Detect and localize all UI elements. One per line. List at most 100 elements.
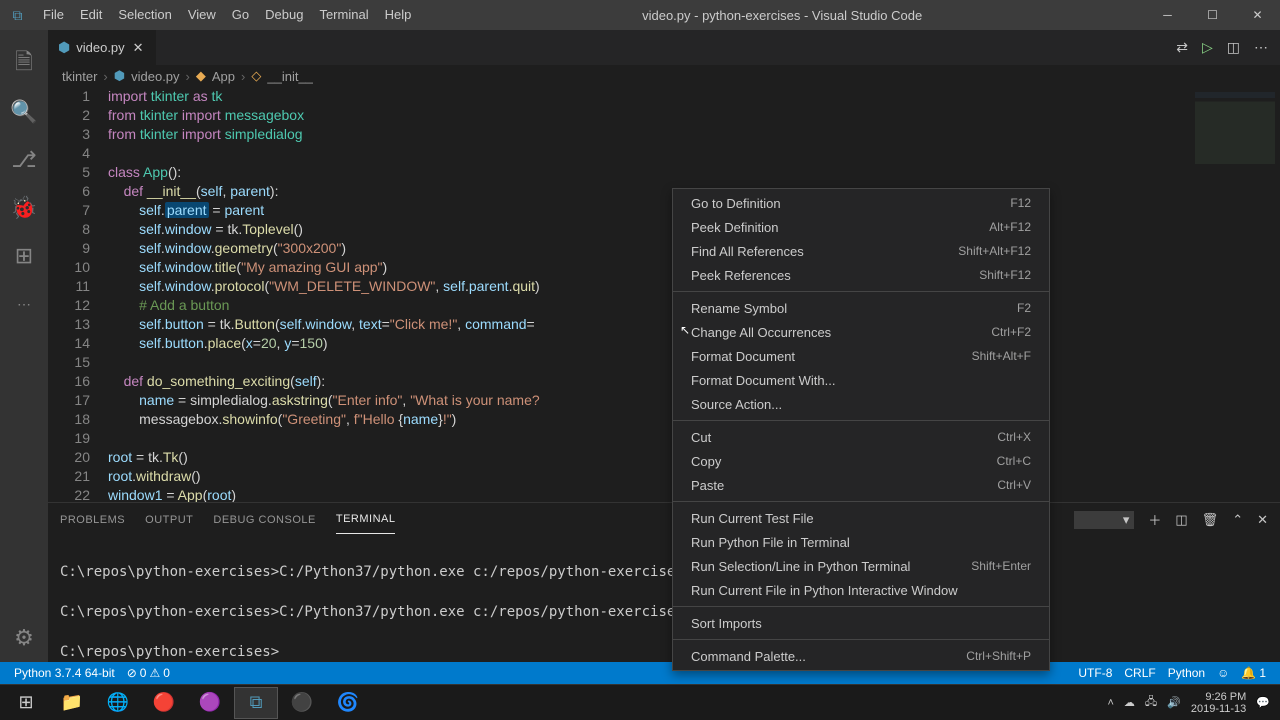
source-control-icon[interactable]: ⎇ [0,136,48,184]
status-bar: Python 3.7.4 64-bit ⊘0 ⚠0 UTF-8 CRLF Pyt… [0,662,1280,684]
context-menu-item[interactable]: Peek ReferencesShift+F12 [673,263,1049,287]
panel-tabs: PROBLEMSOUTPUTDEBUG CONSOLETERMINAL ▾ ＋ … [48,503,1280,536]
vscode-logo-icon: ⧉ [0,7,35,24]
context-menu-separator [673,501,1049,502]
chrome-icon[interactable]: 🌐 [96,687,140,719]
context-menu-item[interactable]: CopyCtrl+C [673,449,1049,473]
menu-edit[interactable]: Edit [72,0,110,30]
panel-tab-output[interactable]: OUTPUT [145,506,193,534]
line-numbers: 1234567891011121314151617181920212223 [48,87,108,502]
context-menu-item[interactable]: Go to DefinitionF12 [673,191,1049,215]
menu-debug[interactable]: Debug [257,0,311,30]
more-actions-icon[interactable]: ⋯ [1254,39,1268,56]
extensions-icon[interactable]: ⊞ [0,232,48,280]
terminal-output[interactable]: C:\repos\python-exercises>C:/Python37/py… [48,536,1280,662]
window-title: video.py - python-exercises - Visual Stu… [419,8,1145,23]
settings-icon[interactable]: ⚙ [0,614,48,662]
context-menu-item[interactable]: Peek DefinitionAlt+F12 [673,215,1049,239]
taskbar-clock[interactable]: 9:26 PM 2019-11-13 [1191,691,1246,715]
menu-file[interactable]: File [35,0,72,30]
run-icon[interactable]: ▷ [1202,39,1213,56]
context-menu-item[interactable]: Sort Imports [673,611,1049,635]
context-menu-item[interactable]: Run Current Test File [673,506,1049,530]
menu-view[interactable]: View [180,0,224,30]
kill-terminal-icon[interactable]: 🗑 [1202,512,1219,528]
context-menu-item[interactable]: Rename SymbolF2 [673,296,1049,320]
editor-tab-bar: ⬢ video.py ✕ ⇄ ▷ ◫ ⋯ [48,30,1280,65]
notifications-status[interactable]: 🔔1 [1235,666,1272,680]
start-button[interactable]: ⊞ [4,687,48,719]
search-icon[interactable]: 🔍 [0,88,48,136]
context-menu-item[interactable]: Run Current File in Python Interactive W… [673,578,1049,602]
debug-icon[interactable]: 🐞 [0,184,48,232]
obs-icon[interactable]: ⚫ [280,687,324,719]
code-editor[interactable]: 1234567891011121314151617181920212223 im… [48,87,1280,502]
context-menu-item[interactable]: PasteCtrl+V [673,473,1049,497]
menu-help[interactable]: Help [377,0,420,30]
close-button[interactable]: ✕ [1235,0,1280,30]
context-menu-separator [673,291,1049,292]
close-tab-icon[interactable]: ✕ [131,40,146,56]
file-explorer-icon[interactable]: 📁 [50,687,94,719]
method-icon: ◇ [251,68,261,84]
menu-go[interactable]: Go [224,0,257,30]
menu-bar: FileEditSelectionViewGoDebugTerminalHelp [35,0,419,30]
menu-selection[interactable]: Selection [110,0,179,30]
context-menu-item[interactable]: Change All OccurrencesCtrl+F2 [673,320,1049,344]
app-icon[interactable]: 🌀 [326,687,370,719]
app-icon[interactable]: 🔴 [142,687,186,719]
encoding-status[interactable]: UTF-8 [1072,666,1118,680]
python-file-icon: ⬢ [58,39,70,56]
vscode-taskbar-icon[interactable]: ⧉ [234,687,278,719]
breadcrumb-item[interactable]: video.py [131,69,179,84]
system-tray[interactable]: ˄ ☁ 🖧 🔊 9:26 PM 2019-11-13 💬 [1107,691,1276,715]
explorer-icon[interactable]: 🗎 [0,40,48,88]
split-editor-icon[interactable]: ◫ [1227,39,1240,56]
context-menu-separator [673,639,1049,640]
warning-icon: ⚠ [149,666,160,680]
context-menu-separator [673,606,1049,607]
activity-bar: 🗎 🔍 ⎇ 🐞 ⊞ ⋯ ⚙ [0,30,48,662]
app-icon[interactable]: 🟣 [188,687,232,719]
context-menu-item[interactable]: Run Selection/Line in Python TerminalShi… [673,554,1049,578]
onedrive-icon[interactable]: ☁ [1124,696,1135,709]
more-icon[interactable]: ⋯ [0,280,48,328]
new-terminal-icon[interactable]: ＋ [1148,510,1161,529]
maximize-button[interactable]: ☐ [1190,0,1235,30]
language-status[interactable]: Python [1162,666,1211,680]
split-terminal-icon[interactable]: ◫ [1175,512,1187,528]
minimap[interactable] [1190,87,1280,502]
problems-status[interactable]: ⊘0 ⚠0 [121,666,176,680]
python-interpreter[interactable]: Python 3.7.4 64-bit [8,666,121,680]
context-menu-item[interactable]: Find All ReferencesShift+Alt+F12 [673,239,1049,263]
editor-tab[interactable]: ⬢ video.py ✕ [48,30,157,65]
context-menu-item[interactable]: Source Action... [673,392,1049,416]
context-menu-item[interactable]: Command Palette...Ctrl+Shift+P [673,644,1049,668]
context-menu-separator [673,420,1049,421]
volume-icon[interactable]: 🔊 [1167,696,1181,709]
panel-tab-problems[interactable]: PROBLEMS [60,506,125,534]
panel-tab-debug-console[interactable]: DEBUG CONSOLE [213,506,315,534]
network-icon[interactable]: 🖧 [1145,693,1157,712]
editor-context-menu: Go to DefinitionF12Peek DefinitionAlt+F1… [672,188,1050,671]
tray-chevron-icon[interactable]: ˄ [1107,697,1113,709]
menu-terminal[interactable]: Terminal [311,0,376,30]
breadcrumbs[interactable]: tkinter › ⬢ video.py › ◆ App › ◇ __init_… [48,65,1280,87]
breadcrumb-item[interactable]: tkinter [62,69,97,84]
close-panel-icon[interactable]: ✕ [1257,512,1268,528]
eol-status[interactable]: CRLF [1118,666,1161,680]
notifications-icon[interactable]: 💬 [1256,696,1270,709]
panel-tab-terminal[interactable]: TERMINAL [336,505,396,534]
feedback-icon[interactable]: ☺ [1211,666,1235,680]
breadcrumb-item[interactable]: App [212,69,235,84]
context-menu-item[interactable]: CutCtrl+X [673,425,1049,449]
breadcrumb-item[interactable]: __init__ [267,69,313,84]
terminal-select[interactable]: ▾ [1074,511,1134,529]
context-menu-item[interactable]: Run Python File in Terminal [673,530,1049,554]
context-menu-item[interactable]: Format DocumentShift+Alt+F [673,344,1049,368]
maximize-panel-icon[interactable]: ⌃ [1232,512,1243,528]
bell-icon: 🔔 [1241,666,1256,680]
minimize-button[interactable]: ─ [1145,0,1190,30]
context-menu-item[interactable]: Format Document With... [673,368,1049,392]
compare-icon[interactable]: ⇄ [1176,39,1188,56]
